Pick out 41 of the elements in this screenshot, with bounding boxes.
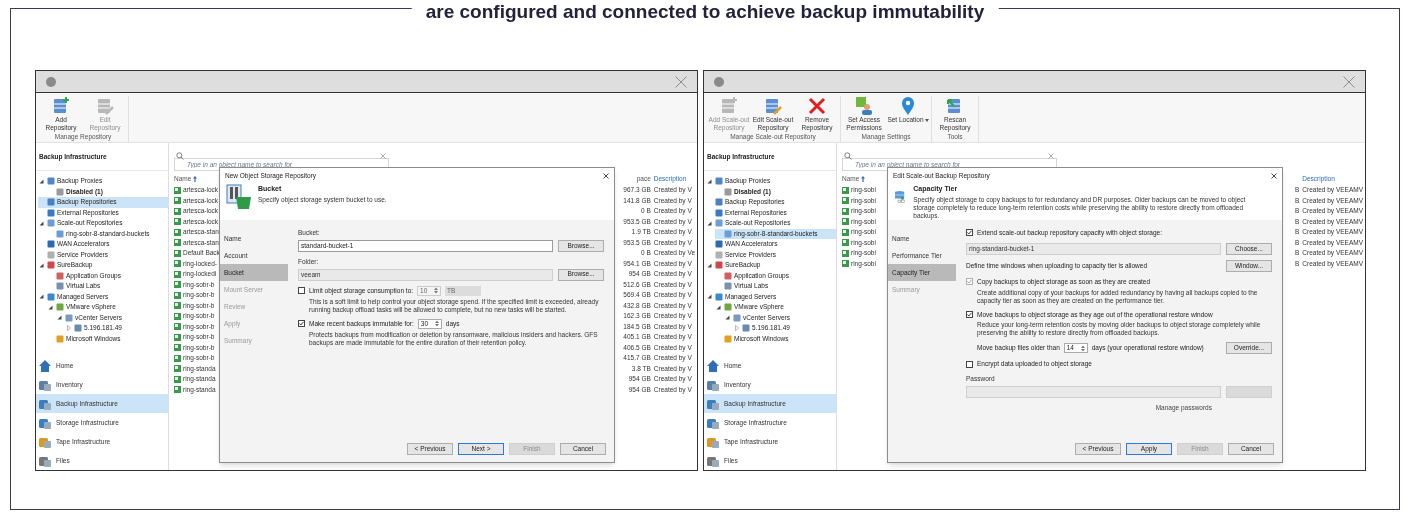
sort-arrow-icon (861, 176, 866, 182)
expanded-arrow-icon[interactable] (48, 304, 53, 310)
house-icon (706, 358, 720, 373)
expanded-arrow-icon[interactable] (39, 220, 44, 226)
house-icon (38, 358, 52, 373)
expanded-arrow-icon[interactable] (707, 178, 712, 184)
bucket-icon (226, 184, 252, 210)
tree-node-icon (742, 324, 750, 333)
spin-arrows-icon[interactable] (1080, 344, 1085, 352)
tree-node-icon (724, 334, 732, 343)
checkmark-icon (967, 311, 972, 317)
expanded-arrow-icon[interactable] (725, 315, 730, 321)
sort-arrow-icon (193, 176, 198, 182)
edit-repository-icon (763, 96, 783, 116)
spin-arrows-icon[interactable] (434, 320, 439, 327)
search-icon (844, 152, 852, 160)
edit-repository-icon (95, 96, 115, 116)
close-icon[interactable] (1271, 173, 1277, 179)
checkmark-icon (967, 279, 972, 285)
add-repository-icon (51, 96, 71, 116)
expanded-arrow-icon[interactable] (57, 315, 62, 321)
expanded-arrow-icon[interactable] (39, 262, 44, 268)
add-repository-icon (719, 96, 739, 116)
expanded-arrow-icon[interactable] (707, 262, 712, 268)
checkbox[interactable] (966, 310, 973, 318)
tree-node-icon (74, 324, 82, 333)
checkmark-icon (967, 230, 972, 236)
checkbox[interactable] (298, 320, 305, 327)
expanded-arrow-icon[interactable] (39, 294, 44, 300)
checkmark-icon (299, 321, 304, 326)
expanded-arrow-icon[interactable] (39, 178, 44, 184)
close-icon[interactable] (603, 173, 609, 179)
search-icon (176, 152, 184, 160)
expanded-arrow-icon[interactable] (707, 294, 712, 300)
checkbox[interactable] (966, 360, 973, 368)
remove-repository-icon (807, 96, 827, 116)
checkbox[interactable] (298, 287, 305, 294)
tree-node-icon (56, 334, 64, 343)
expanded-arrow-icon[interactable] (716, 304, 721, 310)
expanded-arrow-icon[interactable] (707, 220, 712, 226)
checkbox[interactable] (966, 229, 973, 237)
